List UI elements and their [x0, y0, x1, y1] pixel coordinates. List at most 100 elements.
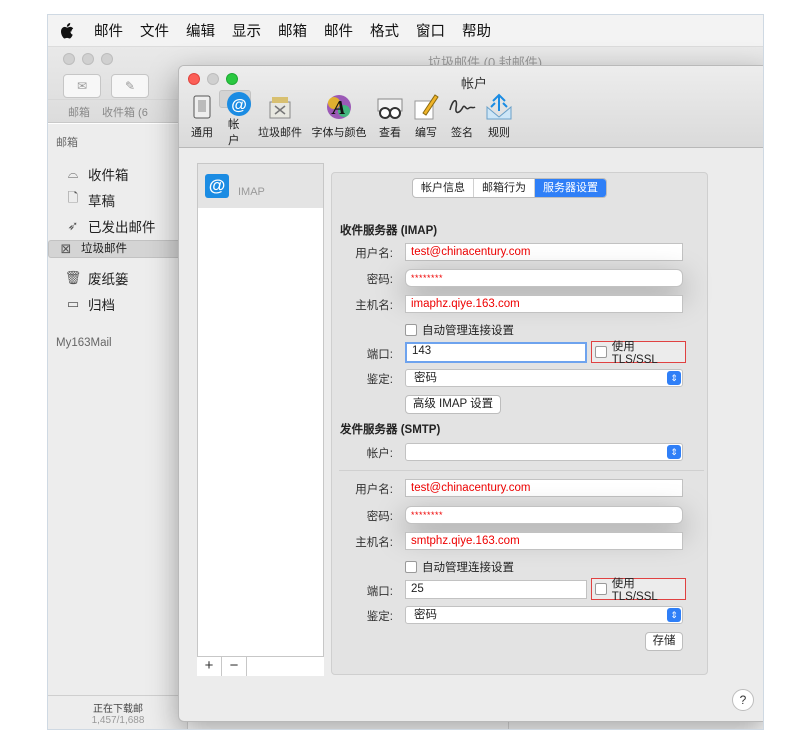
status-progress: 1,457/1,688	[91, 715, 145, 726]
zoom-icon[interactable]	[101, 53, 113, 65]
apple-icon[interactable]	[60, 22, 74, 39]
tab-mailbox-behaviors[interactable]: 邮箱行为	[474, 179, 535, 197]
incoming-auth-select[interactable]: 密码 ⇕	[405, 369, 683, 387]
sent-icon: ➶	[67, 218, 79, 233]
incoming-auto-manage-checkbox[interactable]: 自动管理连接设置	[405, 322, 514, 338]
main-window-controls	[63, 53, 113, 65]
svg-text:A: A	[330, 97, 345, 119]
get-mail-button[interactable]: ✉	[63, 74, 101, 98]
favorites-mailbox[interactable]: 邮箱	[68, 104, 90, 120]
toolbar-label: 通用	[191, 127, 213, 139]
tab-composing[interactable]: 编写	[409, 90, 443, 146]
incoming-port-field[interactable]: 143	[405, 342, 587, 363]
menu-bar: 邮件 文件 编辑 显示 邮箱 邮件 格式 窗口 帮助	[48, 15, 763, 47]
incoming-section-title: 收件服务器 (IMAP)	[340, 225, 438, 237]
close-icon[interactable]	[63, 53, 75, 65]
minimize-icon[interactable]	[82, 53, 94, 65]
menu-edit[interactable]: 编辑	[186, 20, 215, 41]
activity-status: 正在下载邮 1,457/1,688	[48, 695, 188, 729]
sidebar-item-label: 废纸篓	[88, 272, 129, 287]
incoming-tls-checkbox[interactable]: 使用 TLS/SSL	[591, 341, 686, 366]
tab-accounts[interactable]: @ 帐户	[219, 90, 251, 147]
menu-message[interactable]: 邮件	[324, 20, 353, 41]
draft-icon: 🗋	[67, 190, 79, 205]
sidebar-item-label: 草稿	[88, 194, 115, 209]
checkbox-box	[595, 346, 607, 358]
checkbox-label: 自动管理连接设置	[422, 562, 514, 574]
tab-server-settings[interactable]: 服务器设置	[535, 179, 606, 197]
favorites-inbox[interactable]: 收件箱 (6	[102, 104, 148, 120]
checkbox-box	[595, 583, 607, 595]
outgoing-auth-label: 鉴定:	[366, 611, 393, 623]
tab-viewing[interactable]: 查看	[373, 90, 407, 146]
toolbar-label: 帐户	[228, 119, 240, 147]
junk-mail-icon	[266, 90, 294, 124]
account-list[interactable]: @ IMAP	[197, 163, 324, 675]
svg-text:@: @	[231, 97, 247, 114]
menu-view[interactable]: 显示	[232, 20, 261, 41]
menu-mail[interactable]: 邮件	[94, 20, 123, 41]
sidebar-item-label: 已发出邮件	[88, 220, 156, 235]
toolbar-label: 签名	[451, 127, 473, 139]
tab-fonts-colors[interactable]: A 字体与颜色	[309, 90, 369, 146]
chevron-updown-icon: ⇕	[667, 445, 681, 459]
remove-account-button[interactable]: −	[222, 657, 247, 676]
menu-window[interactable]: 窗口	[416, 20, 445, 41]
incoming-port-label: 端口:	[366, 349, 393, 361]
incoming-hostname-field[interactable]: imaphz.qiye.163.com	[405, 295, 683, 313]
tab-account-info[interactable]: 帐户信息	[413, 179, 474, 197]
compose-icon: ✎	[124, 79, 136, 93]
preferences-window: 帐户 通用 @ 帐户 垃圾邮件 A 字体与颜色 查看 编写 签名 规则 @ IMAP…	[178, 65, 763, 722]
outgoing-port-field[interactable]: 25	[405, 580, 587, 599]
outgoing-password-field[interactable]: ********	[405, 506, 683, 524]
tab-signatures[interactable]: 签名	[445, 90, 479, 146]
checkbox-box	[405, 561, 417, 573]
sidebar-item-inbox[interactable]: ⌓ 收件箱	[48, 162, 188, 186]
trash-icon: 🗑	[64, 270, 82, 285]
select-value: 密码	[414, 609, 437, 621]
account-name: IMAP	[238, 186, 265, 198]
signatures-icon	[447, 90, 477, 124]
archive-icon: ▭	[66, 296, 80, 311]
tab-junk-mail[interactable]: 垃圾邮件	[255, 90, 305, 146]
compose-button[interactable]: ✎	[111, 74, 149, 98]
menu-file[interactable]: 文件	[140, 20, 169, 41]
inbox-icon: ⌓	[67, 166, 79, 181]
menu-help[interactable]: 帮助	[462, 20, 491, 41]
screenshot-frame: 邮件 文件 编辑 显示 邮箱 邮件 格式 窗口 帮助 垃圾邮件 (0 封邮件) …	[47, 14, 764, 730]
incoming-auth-label: 鉴定:	[366, 374, 393, 386]
incoming-username-field[interactable]: test@chinacentury.com	[405, 243, 683, 261]
incoming-host-label: 主机名:	[355, 300, 393, 312]
incoming-password-field[interactable]: ********	[405, 269, 683, 287]
help-button[interactable]: ?	[732, 689, 754, 711]
toolbar-label: 垃圾邮件	[258, 127, 302, 139]
account-list-controls: + −	[197, 656, 324, 676]
select-value: 密码	[414, 372, 437, 384]
tab-general[interactable]: 通用	[188, 90, 216, 146]
viewing-icon	[375, 90, 405, 124]
menu-format[interactable]: 格式	[370, 20, 399, 41]
account-row-imap[interactable]: @ IMAP	[198, 164, 323, 208]
tab-rules[interactable]: 规则	[481, 90, 517, 146]
fonts-colors-icon: A	[325, 90, 353, 124]
outgoing-username-field[interactable]: test@chinacentury.com	[405, 479, 683, 497]
sidebar-item-drafts[interactable]: 🗋 草稿	[48, 188, 188, 212]
add-account-button[interactable]: +	[197, 657, 222, 676]
sidebar-item-trash[interactable]: 🗑 废纸篓	[48, 266, 188, 290]
sidebar-item-junk[interactable]: ⊠ 垃圾邮件	[48, 240, 188, 258]
advanced-imap-button[interactable]: 高级 IMAP 设置	[405, 395, 501, 414]
outgoing-tls-checkbox[interactable]: 使用 TLS/SSL	[591, 578, 686, 603]
outgoing-auto-manage-checkbox[interactable]: 自动管理连接设置	[405, 559, 514, 575]
menu-mailbox[interactable]: 邮箱	[278, 20, 307, 41]
outgoing-hostname-field[interactable]: smtphz.qiye.163.com	[405, 532, 683, 550]
chevron-updown-icon: ⇕	[667, 608, 681, 622]
sidebar-account[interactable]: My163Mail	[56, 337, 112, 349]
composing-icon	[413, 90, 439, 124]
save-button[interactable]: 存储	[645, 632, 683, 651]
checkbox-label: 自动管理连接设置	[422, 325, 514, 337]
outgoing-auth-select[interactable]: 密码 ⇕	[405, 606, 683, 624]
rules-icon	[484, 90, 514, 124]
sidebar-item-sent[interactable]: ➶ 已发出邮件	[48, 214, 188, 238]
sidebar-item-archive[interactable]: ▭ 归档	[48, 292, 188, 316]
outgoing-account-select[interactable]: ⇕	[405, 443, 683, 461]
